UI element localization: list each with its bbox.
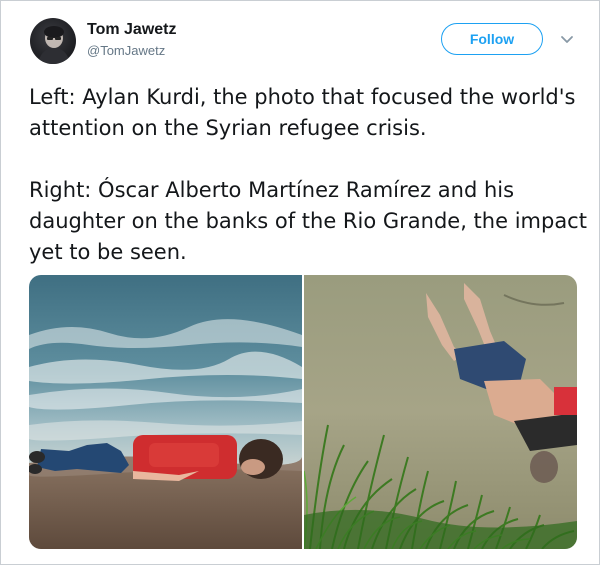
photo-right-riverbank[interactable]	[304, 275, 577, 549]
tweet-text: Left: Aylan Kurdi, the photo that focuse…	[29, 82, 589, 268]
tweet-card: Tom Jawetz @TomJawetz Follow Left: Aylan…	[0, 0, 600, 565]
author-handle[interactable]: @TomJawetz	[87, 43, 165, 58]
photo-left-beach[interactable]	[29, 275, 302, 549]
tweet-paragraph-right: Right: Óscar Alberto Martínez Ramírez an…	[29, 178, 587, 264]
follow-button[interactable]: Follow	[441, 23, 543, 55]
chevron-down-icon[interactable]	[559, 33, 575, 47]
media-grid[interactable]	[29, 275, 577, 549]
avatar[interactable]	[30, 18, 76, 64]
tweet-paragraph-left: Left: Aylan Kurdi, the photo that focuse…	[29, 85, 576, 140]
author-display-name[interactable]: Tom Jawetz	[87, 21, 177, 39]
